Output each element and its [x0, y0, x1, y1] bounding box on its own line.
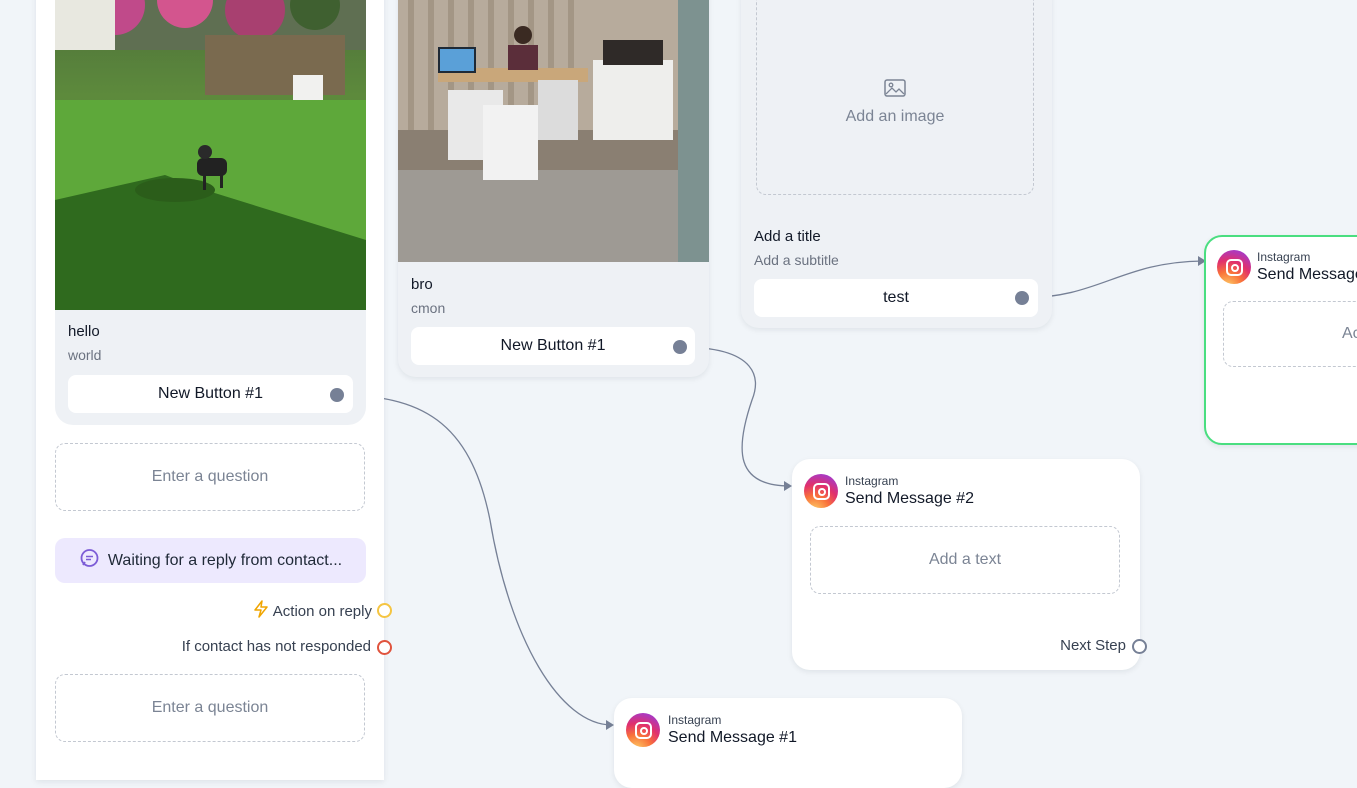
send-message-node-1[interactable]: Instagram Send Message #1	[614, 698, 962, 788]
card-button[interactable]: New Button #1	[411, 327, 695, 365]
carousel-card-bro[interactable]: bro cmon New Button #1	[398, 0, 709, 377]
card-subtitle: cmon	[411, 300, 446, 316]
question-input-1[interactable]: Enter a question	[55, 443, 365, 511]
button-output-port[interactable]	[330, 388, 344, 402]
add-image-dropzone[interactable]: Add an image	[756, 0, 1034, 195]
chat-bubble-icon	[79, 548, 100, 574]
garden-dog-image	[55, 0, 366, 310]
button-output-port[interactable]	[1015, 291, 1029, 305]
platform-label: Instagram	[668, 713, 722, 727]
image-icon	[884, 78, 906, 102]
instagram-icon	[804, 474, 838, 508]
not-responded-label: If contact has not responded	[181, 638, 371, 655]
button-output-port[interactable]	[673, 340, 687, 354]
card-title: hello	[68, 323, 100, 340]
waiting-text: Waiting for a reply from contact...	[107, 551, 343, 569]
edge-arrow-msg2	[784, 481, 792, 491]
add-text-field[interactable]: Ac	[1223, 301, 1357, 367]
action-on-reply-row: Action on reply	[180, 600, 372, 623]
card-subtitle: world	[68, 347, 102, 363]
node-title: Send Message #2	[845, 490, 974, 507]
platform-label: Instagram	[1257, 250, 1311, 264]
instagram-icon	[626, 713, 660, 747]
card-subtitle: Add a subtitle	[754, 252, 839, 268]
carousel-card-empty[interactable]: Add an image Add a title Add a subtitle …	[741, 0, 1052, 328]
card-title: Add a title	[754, 228, 821, 245]
office-photo	[398, 0, 709, 262]
node-title: Send Message	[1257, 266, 1357, 283]
add-text-field[interactable]: Add a text	[810, 526, 1120, 594]
garden-dog-photo	[55, 0, 366, 310]
next-step-label: Next Step	[1060, 637, 1126, 654]
add-text-placeholder: Ac	[1342, 325, 1357, 342]
instagram-icon	[1217, 250, 1251, 284]
platform-label: Instagram	[845, 474, 899, 488]
carousel-card-hello[interactable]: hello world New Button #1	[55, 0, 366, 425]
waiting-for-reply-badge: Waiting for a reply from contact...	[55, 538, 366, 583]
lightning-icon	[253, 600, 269, 623]
send-message-node-2[interactable]: Instagram Send Message #2 Add a text Nex…	[792, 459, 1147, 670]
action-on-reply-port[interactable]	[377, 603, 392, 618]
send-message-node-selected[interactable]: Instagram Send Message Ac	[1204, 235, 1357, 445]
node-title: Send Message #1	[668, 729, 797, 746]
card-button[interactable]: test	[754, 279, 1038, 317]
office-image	[398, 0, 709, 262]
action-on-reply-label: Action on reply	[272, 603, 372, 620]
add-image-label: Add an image	[845, 107, 945, 125]
question-input-2[interactable]: Enter a question	[55, 674, 365, 742]
card-title: bro	[411, 276, 433, 293]
edge-arrow-msg1	[606, 720, 614, 730]
next-step-port[interactable]	[1132, 639, 1147, 654]
not-responded-port[interactable]	[377, 640, 392, 655]
card-button[interactable]: New Button #1	[68, 375, 353, 413]
